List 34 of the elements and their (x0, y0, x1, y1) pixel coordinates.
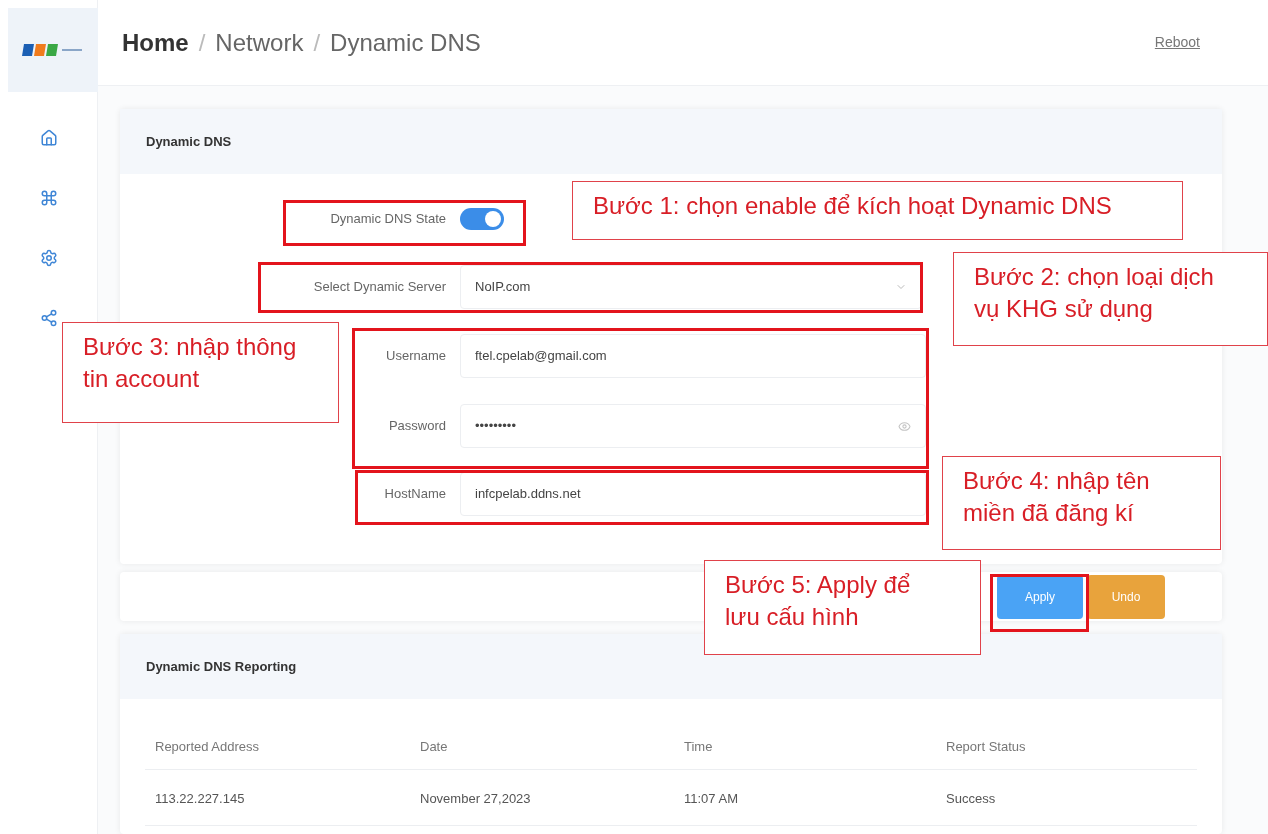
card-title: Dynamic DNS (146, 132, 232, 151)
column-header: Reported Address (155, 738, 260, 754)
breadcrumb-link[interactable]: Home (122, 24, 189, 61)
callout-note: Bước 5: Apply để lưu cấu hình (704, 560, 981, 655)
card-title: Dynamic DNS Reporting (146, 657, 297, 676)
table-cell: November 27,2023 (420, 790, 531, 806)
field-label: Select Dynamic Server (313, 278, 446, 297)
field-label: Username (386, 347, 446, 366)
field-label: Dynamic DNS State (330, 210, 446, 229)
toggle-switch[interactable] (460, 208, 504, 230)
field-label: HostName (384, 485, 446, 504)
share-icon[interactable] (39, 309, 58, 327)
breadcrumb-link[interactable]: Network (215, 24, 304, 61)
callout-note: Bước 4: nhập tên miền đã đăng kí (942, 456, 1221, 550)
settings-icon[interactable] (39, 249, 58, 267)
table-cell: Success (946, 790, 996, 806)
input-field[interactable]: ftel.cpelab@gmail.com (460, 334, 926, 378)
column-header: Time (684, 738, 713, 754)
callout-note: Bước 3: nhập thông tin account (62, 322, 339, 423)
callout-note: Bước 2: chọn loại dịch vụ KHG sử dụng (953, 252, 1268, 346)
breadcrumb-separator: / (313, 27, 321, 58)
column-header: Date (420, 738, 448, 754)
logo-icon (22, 43, 84, 57)
table-cell: 113.22.227.145 (155, 790, 245, 806)
field-label: Password (388, 417, 446, 436)
home-icon[interactable] (39, 129, 58, 147)
reboot-link[interactable]: Reboot (1154, 32, 1200, 53)
callout-note: Bước 1: chọn enable để kích hoạt Dynamic DNS (572, 181, 1183, 240)
table-cell: 11:07 AM (684, 790, 738, 806)
column-header: Report Status (946, 738, 1026, 754)
breadcrumb-link[interactable]: Dynamic DNS (330, 24, 481, 61)
command-icon[interactable] (39, 189, 58, 207)
input-field[interactable]: ••••••••• (460, 404, 926, 448)
breadcrumb-separator: / (198, 27, 206, 58)
